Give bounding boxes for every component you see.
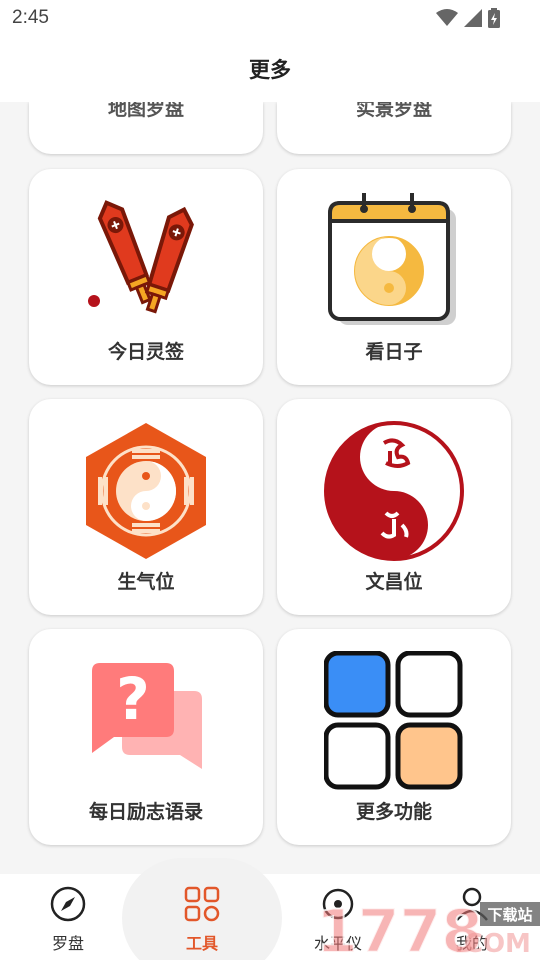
red-yinyang-icon	[324, 421, 464, 561]
card-wenchang-position[interactable]: 文昌位	[277, 399, 511, 615]
wifi-icon	[436, 9, 458, 26]
compass-icon	[50, 886, 86, 922]
nav-item-compass[interactable]: 罗盘	[18, 884, 118, 954]
watermark-suffix: .COM	[454, 929, 531, 959]
nav-label: 工具	[185, 934, 218, 953]
tools-grid-icon	[184, 886, 220, 922]
card-label: 地图罗盘	[107, 102, 184, 120]
fortune-sticks-icon	[88, 200, 194, 314]
card-label: 今日灵签	[107, 341, 184, 363]
nav-item-tools[interactable]: 工具	[152, 884, 252, 954]
site-watermark: 1778 .COM 下载站	[316, 896, 540, 960]
card-pick-date[interactable]: 看日子	[277, 169, 511, 385]
card-live-compass[interactable]: 实景罗盘	[277, 102, 511, 154]
card-label: 文昌位	[365, 571, 423, 593]
question-chat-icon: ?	[92, 663, 202, 769]
bagua-icon	[86, 423, 206, 559]
status-icons	[436, 8, 500, 28]
status-bar: 2:45	[0, 0, 540, 36]
nav-label: 罗盘	[51, 934, 84, 953]
page-title: 更多	[249, 58, 291, 82]
card-label: 更多功能	[355, 801, 432, 823]
card-label: 每日励志语录	[88, 801, 203, 823]
card-more-features[interactable]: 更多功能	[277, 629, 511, 845]
card-label: 实景罗盘	[355, 102, 432, 120]
card-label: 生气位	[117, 571, 175, 593]
signal-icon	[464, 9, 482, 27]
grid-squares-icon	[324, 651, 463, 790]
tools-grid[interactable]: 地图罗盘 实景罗盘 今日灵签 看日子 生气位 文昌位 ? 每日励志语录 更多功能	[0, 102, 540, 874]
card-vitality-position[interactable]: 生气位	[29, 399, 263, 615]
app-header: 更多	[0, 36, 540, 102]
card-daily-quotes[interactable]: ? 每日励志语录	[29, 629, 263, 845]
calendar-yinyang-icon	[328, 193, 456, 325]
battery-icon	[488, 8, 500, 28]
card-label: 看日子	[365, 341, 423, 363]
watermark-badge: 下载站	[487, 906, 532, 924]
card-daily-fortune[interactable]: 今日灵签	[29, 169, 263, 385]
status-time: 2:45	[12, 7, 49, 28]
svg-text:?: ?	[116, 665, 150, 733]
card-map-compass[interactable]: 地图罗盘	[29, 102, 263, 154]
